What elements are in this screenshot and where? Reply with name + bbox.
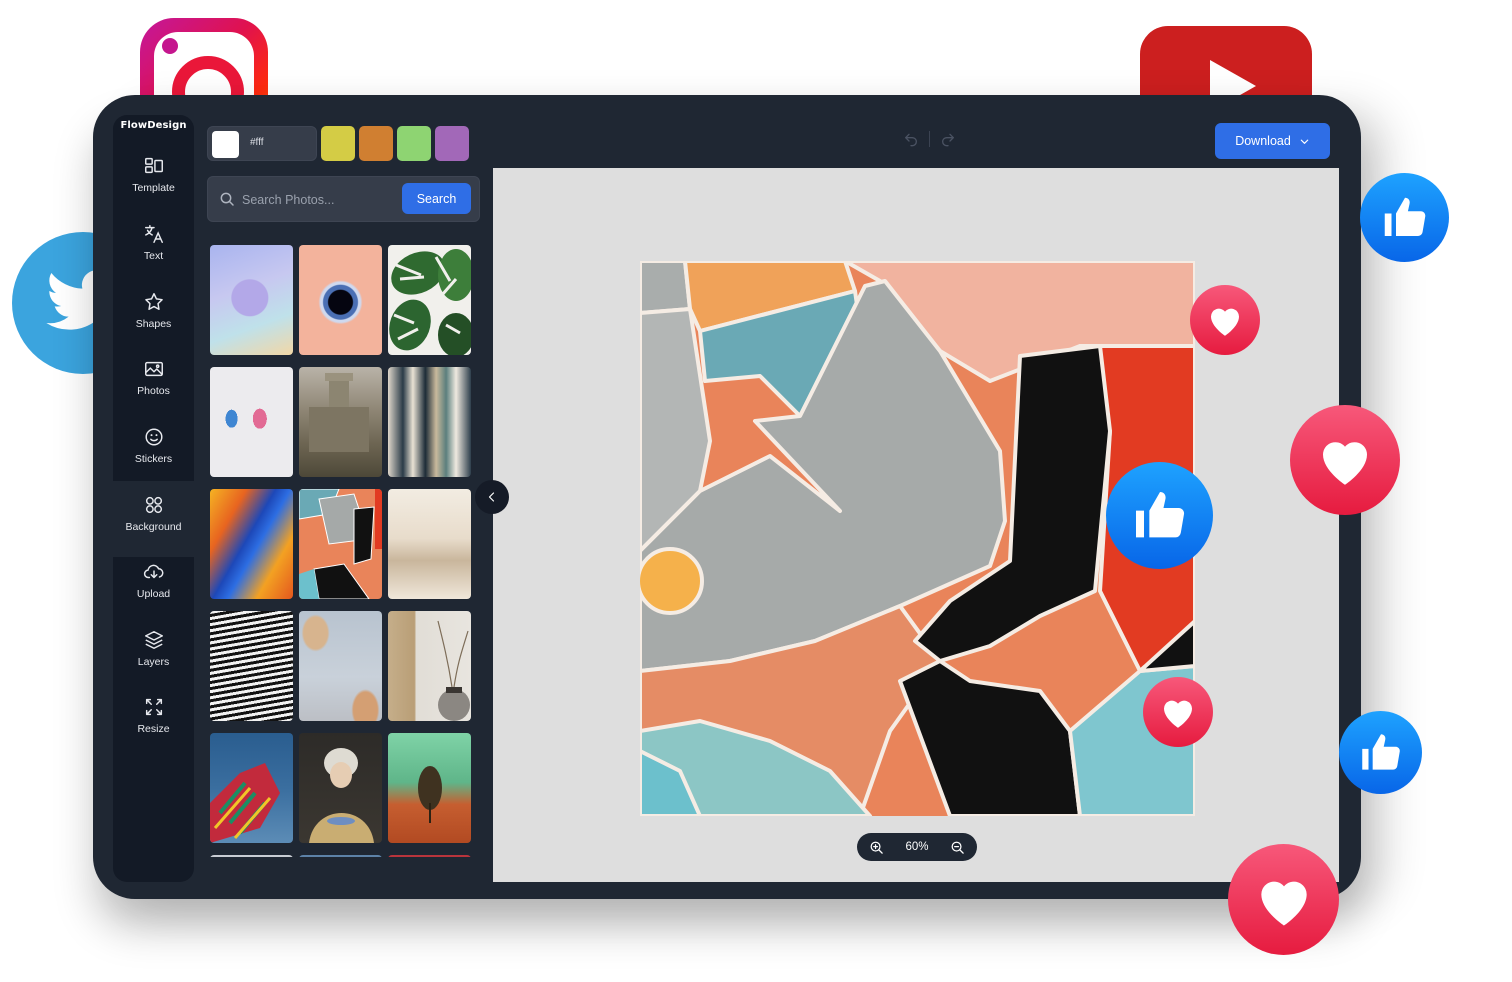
color-swatch-green[interactable]	[397, 126, 431, 161]
photo-thumb-partial[interactable]	[299, 855, 382, 857]
template-icon	[144, 157, 163, 174]
color-palette: #fff	[207, 126, 469, 161]
current-color-chip[interactable]	[212, 131, 239, 158]
sidebar-item-shapes[interactable]: Shapes	[113, 291, 194, 351]
layers-icon	[144, 631, 163, 649]
heart-icon	[1164, 700, 1192, 728]
photo-thumb-paint-dabs[interactable]	[210, 367, 293, 477]
undo-icon[interactable]	[903, 131, 919, 147]
sidebar-item-label: Stickers	[134, 453, 173, 465]
image-icon	[144, 361, 163, 377]
photo-thumb-black-hole[interactable]	[299, 245, 382, 355]
photo-thumb-abstract-brush[interactable]	[388, 367, 471, 477]
photo-thumb-partial[interactable]	[388, 855, 471, 857]
search-button[interactable]: Search	[402, 183, 471, 214]
photo-thumb-op-art[interactable]	[210, 611, 293, 721]
mural-thumb-art	[299, 489, 382, 599]
love-reaction-icon	[1143, 677, 1213, 747]
photo-thumb-city-sketch[interactable]	[388, 489, 471, 599]
sidebar-item-label: Text	[143, 250, 164, 262]
photo-thumb-pastel-sphere[interactable]	[210, 245, 293, 355]
search-icon	[220, 192, 234, 206]
photo-thumb-partial[interactable]	[210, 855, 293, 857]
monstera-art	[389, 249, 471, 355]
translate-text-icon	[144, 225, 163, 243]
zoom-out-icon[interactable]	[950, 840, 965, 855]
history-separator	[929, 131, 930, 147]
sidebar-item-resize[interactable]: Resize	[113, 696, 194, 756]
color-picker-input[interactable]: #fff	[207, 126, 317, 161]
like-reaction-icon	[1106, 462, 1213, 569]
photo-thumb-monstera[interactable]	[388, 245, 471, 355]
sidebar-item-stickers[interactable]: Stickers	[113, 426, 194, 486]
sidebar-item-upload[interactable]: Upload	[113, 561, 194, 621]
history-controls	[903, 131, 956, 147]
sidebar: FlowDesign Template Text Shapes Photos S…	[113, 115, 194, 882]
portrait-art	[309, 748, 374, 843]
love-reaction-icon	[1228, 844, 1339, 955]
color-hex-value: #fff	[250, 137, 264, 148]
photo-thumb-fluid-art[interactable]	[210, 489, 293, 599]
love-reaction-icon	[1190, 285, 1260, 355]
sidebar-item-label: Resize	[137, 723, 170, 735]
photo-thumb-castle[interactable]	[299, 367, 382, 477]
download-button-label: Download	[1235, 134, 1291, 148]
heart-icon	[1260, 881, 1307, 925]
sidebar-item-label: Photos	[137, 385, 170, 397]
resize-icon	[145, 698, 162, 716]
zoom-level: 60%	[905, 841, 929, 853]
zoom-controls: 60%	[857, 833, 977, 861]
sidebar-item-background[interactable]: Background	[113, 481, 194, 557]
photo-thumb-portrait[interactable]	[299, 733, 382, 843]
chevron-left-icon	[488, 492, 495, 502]
grid-circles-icon	[145, 496, 162, 514]
vase-art	[437, 620, 470, 721]
instagram-logo-dot	[162, 38, 178, 54]
sidebar-item-label: Template	[132, 182, 175, 194]
like-reaction-icon	[1339, 711, 1422, 794]
sidebar-item-photos[interactable]: Photos	[113, 358, 194, 418]
sidebar-item-label: Layers	[137, 656, 170, 668]
redo-icon[interactable]	[940, 131, 956, 147]
like-reaction-icon	[1360, 173, 1449, 262]
photo-thumb-mural[interactable]	[299, 489, 382, 599]
lone-tree-art	[418, 766, 442, 823]
color-swatch-purple[interactable]	[435, 126, 469, 161]
color-swatch-orange[interactable]	[359, 126, 393, 161]
download-button[interactable]: Download	[1215, 123, 1330, 159]
painted-hand-art	[210, 763, 280, 843]
color-swatch-yellow[interactable]	[321, 126, 355, 161]
sidebar-item-label: Background	[125, 521, 182, 533]
photo-grid	[210, 245, 472, 857]
sidebar-item-template[interactable]: Template	[113, 155, 194, 215]
cloud-upload-icon	[143, 564, 163, 579]
sidebar-item-label: Upload	[136, 588, 171, 600]
sidebar-item-text[interactable]: Text	[113, 223, 194, 283]
smiley-icon	[144, 428, 163, 446]
collapse-panel-button[interactable]	[475, 480, 509, 514]
photo-thumb-lone-tree[interactable]	[388, 733, 471, 843]
photo-thumb-painted-hand[interactable]	[210, 733, 293, 843]
thumbs-up-icon	[1384, 197, 1425, 236]
castle-art	[309, 373, 369, 452]
photo-thumb-vase[interactable]	[388, 611, 471, 721]
thumbs-up-icon	[1361, 733, 1400, 770]
thumbs-up-icon	[1135, 491, 1184, 537]
zoom-in-icon[interactable]	[869, 840, 884, 855]
sidebar-item-layers[interactable]: Layers	[113, 629, 194, 689]
star-icon	[144, 293, 163, 310]
chevron-down-icon	[1300, 139, 1309, 144]
brand-logo: FlowDesign	[120, 120, 187, 131]
love-reaction-icon	[1290, 405, 1400, 515]
heart-icon	[1323, 442, 1367, 485]
photo-thumb-sky-fresco[interactable]	[299, 611, 382, 721]
heart-icon	[1211, 308, 1239, 336]
photo-search-bar: Search	[207, 176, 480, 222]
sidebar-item-label: Shapes	[135, 318, 172, 330]
search-input[interactable]	[242, 188, 397, 212]
